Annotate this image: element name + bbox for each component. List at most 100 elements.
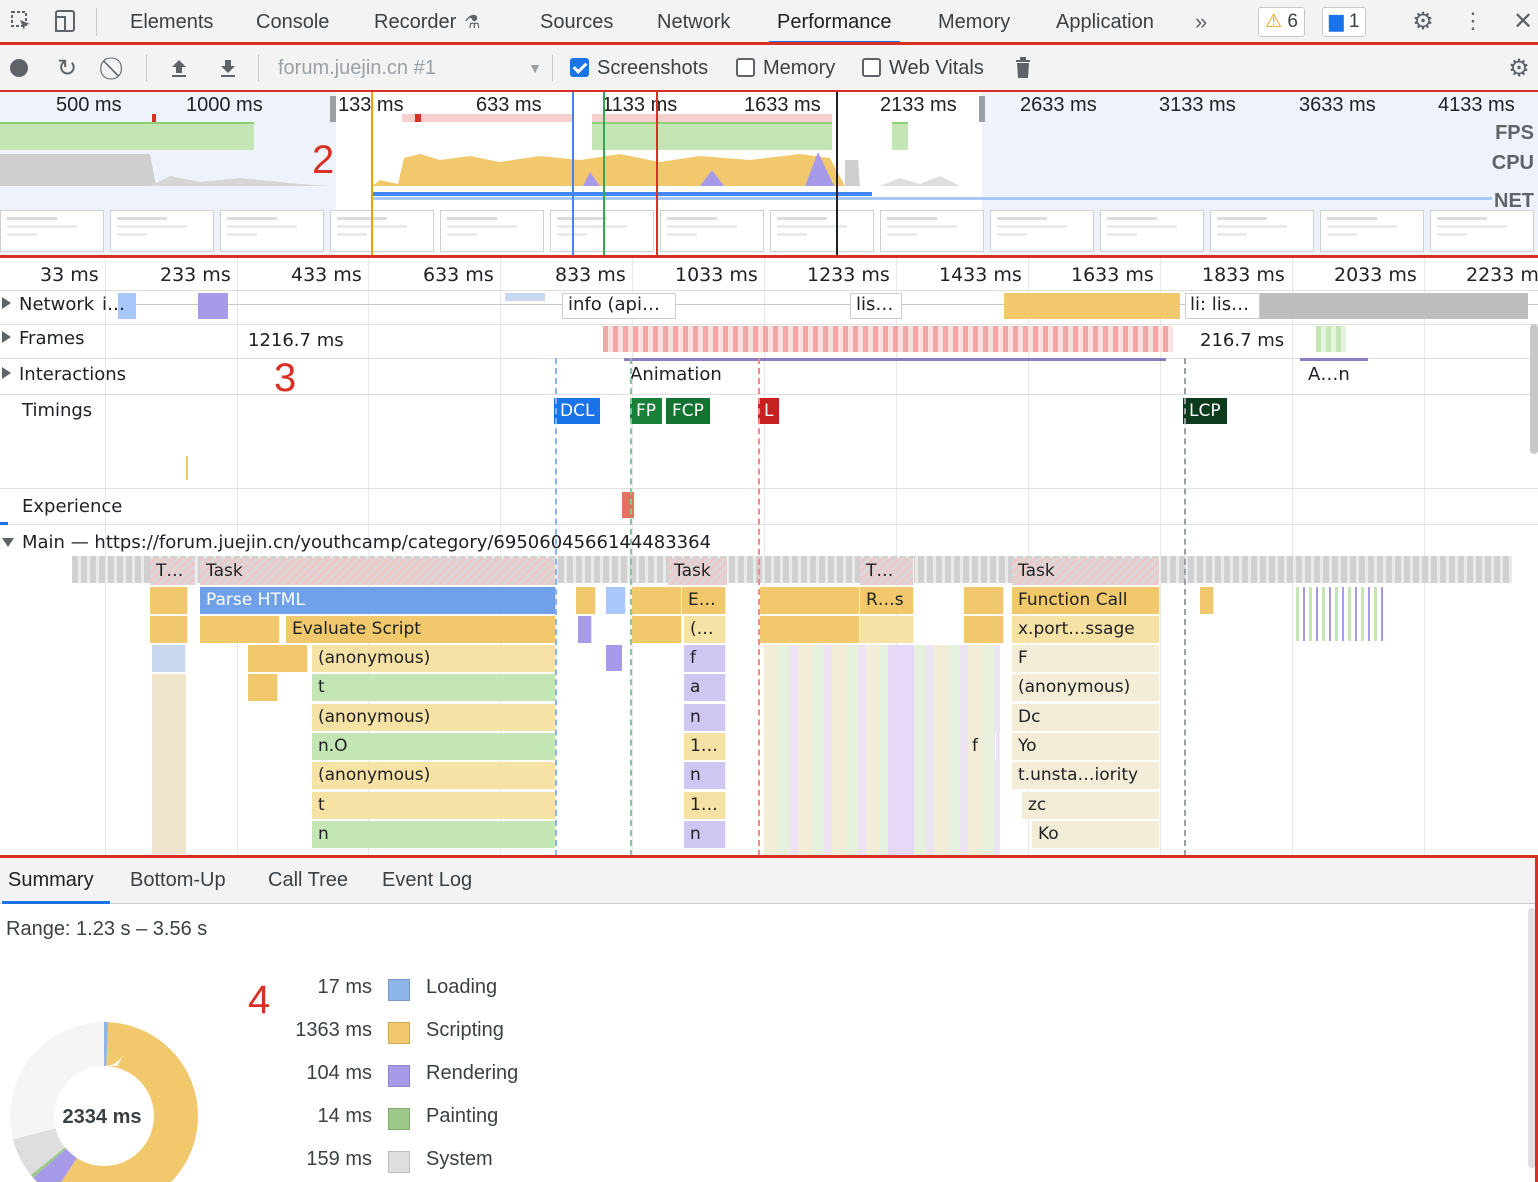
trash-icon[interactable]	[1010, 55, 1036, 81]
screenshot-thumbnail[interactable]	[1100, 210, 1204, 252]
flame-call[interactable]: t	[312, 792, 556, 819]
interaction-short[interactable]: A…n	[1308, 364, 1350, 385]
screenshot-thumbnail[interactable]	[440, 210, 544, 252]
screenshot-thumbnail[interactable]	[0, 210, 104, 252]
flame-call[interactable]: E…	[682, 587, 726, 614]
screenshot-thumbnail[interactable]	[660, 210, 764, 252]
flame-chart[interactable]: 33 ms 233 ms 433 ms 633 ms 833 ms 1033 m…	[0, 258, 1538, 856]
tab-recorder[interactable]: Recorder ⚗	[374, 0, 480, 44]
record-icon[interactable]	[6, 55, 32, 81]
flame-call[interactable]: 1…	[684, 792, 726, 819]
tab-call-tree[interactable]: Call Tree	[268, 858, 348, 904]
track-main[interactable]: Main — https://forum.juejin.cn/youthcamp…	[2, 532, 711, 553]
flame-call[interactable]: a	[684, 674, 726, 701]
screenshot-thumbnail[interactable]	[110, 210, 214, 252]
flame-parse-html[interactable]: Parse HTML	[200, 587, 556, 614]
main-thread-flame[interactable]: T… Task Task T… Task Parse HTML E… R…s F…	[0, 556, 1538, 856]
tab-bottom-up[interactable]: Bottom-Up	[130, 858, 226, 904]
flame-task[interactable]: T…	[150, 558, 196, 585]
track-timings[interactable]: Timings	[22, 400, 92, 421]
flame-call[interactable]: (anonymous)	[1012, 674, 1160, 701]
flame-call[interactable]: Evaluate Script	[286, 616, 556, 643]
flame-call[interactable]: Function Call	[1012, 587, 1160, 614]
network-request[interactable]: li: lis…	[1190, 294, 1249, 315]
reload-record-icon[interactable]: ↻	[54, 55, 80, 82]
capture-settings-gear-icon[interactable]: ⚙	[1506, 55, 1532, 82]
tab-elements[interactable]: Elements	[130, 0, 213, 44]
network-request[interactable]: info (api…	[568, 294, 660, 315]
target-select[interactable]: forum.juejin.cn #1 ▼	[278, 55, 542, 81]
flame-call[interactable]: n	[684, 704, 726, 731]
screenshot-thumbnail[interactable]	[880, 210, 984, 252]
tab-network[interactable]: Network	[657, 0, 730, 44]
fcp-marker[interactable]: FCP	[666, 398, 710, 424]
memory-checkbox[interactable]: Memory	[736, 55, 835, 81]
messages-badge[interactable]: ▆ 1	[1322, 7, 1367, 37]
screenshot-thumbnail[interactable]	[1430, 210, 1534, 252]
settings-gear-icon[interactable]: ⚙	[1410, 8, 1436, 35]
flame-task[interactable]: Task	[200, 558, 556, 585]
device-toolbar-icon[interactable]	[52, 8, 78, 34]
selection-handle-left[interactable]	[330, 96, 336, 122]
selection-handle-right[interactable]	[979, 96, 985, 122]
screenshot-thumbnail[interactable]	[330, 210, 434, 252]
clear-icon[interactable]: ⃠	[103, 55, 129, 81]
flame-call[interactable]: n	[312, 821, 556, 848]
screenshot-thumbnail[interactable]	[550, 210, 654, 252]
flame-call[interactable]: (anonymous)	[312, 704, 556, 731]
flame-call[interactable]: (…	[684, 616, 726, 643]
flame-call[interactable]: R…s	[860, 587, 914, 614]
flame-task[interactable]: Task	[1012, 558, 1160, 585]
screenshot-filmstrip[interactable]	[0, 208, 1538, 255]
network-request[interactable]: i…	[102, 294, 125, 315]
flame-call[interactable]: f	[684, 645, 726, 672]
track-experience[interactable]: Experience	[22, 496, 122, 517]
web-vitals-checkbox[interactable]: Web Vitals	[862, 55, 984, 81]
tab-application[interactable]: Application	[1056, 0, 1154, 44]
frame-duration[interactable]: 216.7 ms	[1200, 330, 1284, 351]
fp-marker[interactable]: FP	[630, 398, 663, 424]
flame-call[interactable]: Yo	[1012, 733, 1160, 760]
flame-task[interactable]: T…	[860, 558, 914, 585]
screenshot-thumbnail[interactable]	[1320, 210, 1424, 252]
frames-strip[interactable]	[603, 326, 1173, 352]
screenshot-thumbnail[interactable]	[220, 210, 324, 252]
screenshot-thumbnail[interactable]	[990, 210, 1094, 252]
screenshot-thumbnail[interactable]	[1210, 210, 1314, 252]
tab-console[interactable]: Console	[256, 0, 329, 44]
track-frames[interactable]: Frames	[2, 328, 84, 349]
flame-call[interactable]: zc	[1022, 792, 1160, 819]
flame-call[interactable]: n.O	[312, 733, 556, 760]
flame-call[interactable]: Dc	[1012, 704, 1160, 731]
close-icon[interactable]: ✕	[1510, 8, 1536, 35]
flame-call[interactable]: (anonymous)	[312, 645, 556, 672]
more-options-icon[interactable]: ⋮	[1460, 8, 1486, 34]
tab-summary[interactable]: Summary	[2, 858, 110, 904]
screenshots-checkbox[interactable]: Screenshots	[570, 55, 708, 81]
flame-call[interactable]: 1…	[684, 733, 726, 760]
tab-sources[interactable]: Sources	[540, 0, 613, 44]
warnings-badge[interactable]: ⚠ 6	[1258, 7, 1305, 37]
tab-memory[interactable]: Memory	[938, 0, 1010, 44]
flame-call[interactable]: n	[684, 762, 726, 789]
flame-call[interactable]: f	[966, 733, 996, 760]
dcl-marker[interactable]: DCL	[554, 398, 601, 424]
flame-call[interactable]: F	[1012, 645, 1160, 672]
screenshot-thumbnail[interactable]	[770, 210, 874, 252]
more-tabs-button[interactable]: »	[1195, 0, 1207, 44]
inspect-element-icon[interactable]	[8, 8, 34, 34]
timeline-overview[interactable]: 500 ms 1000 ms 133 ms 633 ms 1133 ms 163…	[0, 92, 1538, 255]
flame-call[interactable]: x.port…ssage	[1012, 616, 1160, 643]
lcp-marker[interactable]: LCP	[1183, 398, 1227, 424]
upload-profile-icon[interactable]	[166, 55, 192, 81]
network-request[interactable]: lis…	[856, 294, 893, 315]
interaction-animation[interactable]: Animation	[630, 364, 722, 385]
timeline-scrollbar[interactable]	[1530, 324, 1538, 454]
tab-event-log[interactable]: Event Log	[382, 858, 472, 904]
tab-performance[interactable]: Performance	[769, 0, 899, 44]
frame-duration[interactable]: 1216.7 ms	[248, 330, 344, 351]
flame-call[interactable]: t.unsta…iority	[1012, 762, 1160, 789]
track-network[interactable]: Network	[2, 294, 94, 315]
track-interactions[interactable]: Interactions	[2, 364, 126, 385]
flame-call[interactable]: n	[684, 821, 726, 848]
